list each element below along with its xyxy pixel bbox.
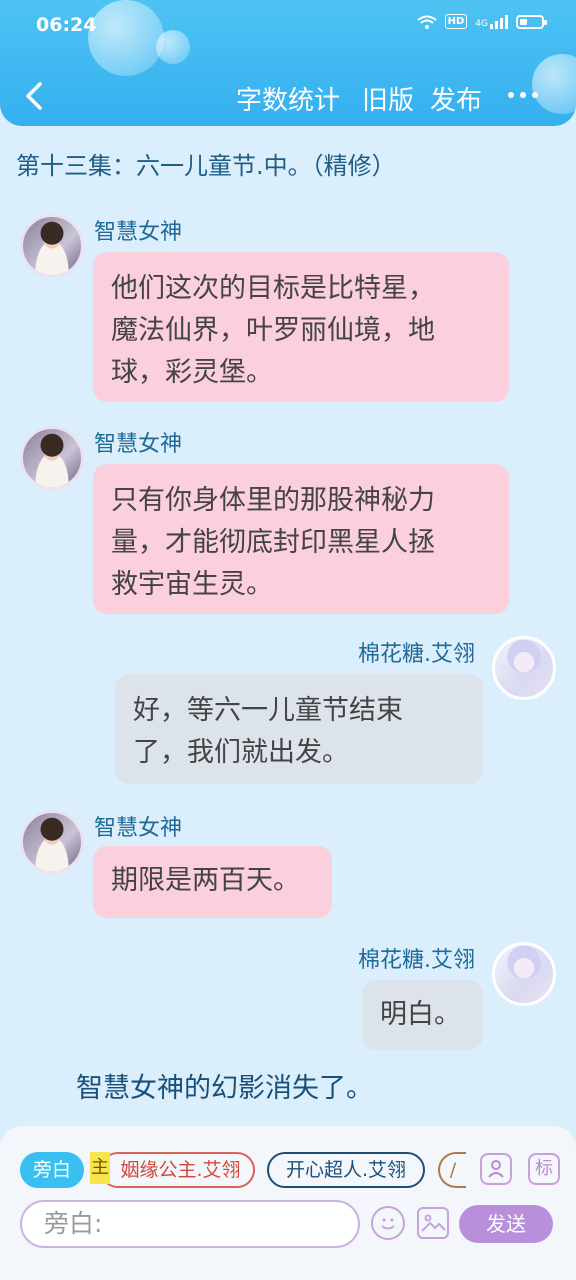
- speaker-name: 智慧女神: [94, 220, 183, 245]
- avatar[interactable]: [492, 942, 556, 1006]
- smile-glyph-icon: [381, 1218, 395, 1230]
- status-time: 06:24: [36, 14, 97, 36]
- message-bubble[interactable]: 好，等六一儿童节结束 了，我们就出发。: [115, 674, 483, 784]
- chip-role-partial[interactable]: /: [438, 1152, 466, 1188]
- message-bubble[interactable]: 只有你身体里的那股神秘力 量，才能彻底封印黑星人拯 救宇宙生灵。: [93, 464, 509, 614]
- message-line: 期限是两百天。: [111, 865, 300, 896]
- speaker-name: 智慧女神: [94, 432, 183, 457]
- send-button[interactable]: 发送: [459, 1205, 553, 1243]
- mark-icon[interactable]: 标: [528, 1153, 560, 1185]
- message-line: 好，等六一儿童节结束: [133, 695, 403, 726]
- speaker-name: 棉花糖.艾翎: [358, 642, 475, 667]
- chip-role-yinyuan[interactable]: 姻缘公主.艾翎: [100, 1152, 255, 1188]
- status-icons: HD 4G: [417, 14, 547, 29]
- emoji-icon[interactable]: [371, 1206, 405, 1240]
- image-icon[interactable]: [417, 1207, 449, 1239]
- old-version-button[interactable]: 旧版: [362, 80, 414, 117]
- hd-badge: HD: [444, 14, 468, 29]
- chip-role-kaixin[interactable]: 开心超人.艾翎: [267, 1152, 425, 1188]
- message-line: 救宇宙生灵。: [111, 569, 273, 600]
- wifi-icon: [417, 15, 437, 29]
- avatar[interactable]: [20, 214, 84, 278]
- signal-icon: 4G: [475, 14, 508, 29]
- avatar[interactable]: [20, 810, 84, 874]
- decor-bubble: [156, 30, 190, 64]
- person-icon[interactable]: [480, 1153, 512, 1185]
- message-bubble[interactable]: 明白。: [362, 980, 483, 1050]
- back-arrow-icon[interactable]: [20, 78, 50, 114]
- avatar[interactable]: [492, 636, 556, 700]
- top-header: 06:24 HD 4G 字数统计 旧版 发布: [0, 0, 576, 126]
- network-label: 4G: [475, 18, 488, 29]
- decor-bubble: [532, 54, 576, 114]
- decor-bubble: [88, 0, 164, 76]
- message-input[interactable]: 旁白:: [20, 1200, 360, 1248]
- speaker-name: 智慧女神: [94, 816, 183, 841]
- battery-icon: [516, 14, 547, 29]
- word-count-button[interactable]: 字数统计: [236, 80, 340, 117]
- message-line: 了，我们就出发。: [133, 737, 349, 768]
- message-line: 明白。: [380, 999, 461, 1030]
- message-line: 球，彩灵堡。: [111, 357, 273, 388]
- chip-label: 姻缘公主.艾翎: [120, 1159, 241, 1181]
- person-glyph-icon: [488, 1160, 504, 1178]
- publish-button[interactable]: 发布: [430, 80, 482, 117]
- message-bubble[interactable]: 他们这次的目标是比特星， 魔法仙界，叶罗丽仙境，地 球，彩灵堡。: [93, 252, 509, 402]
- message-line: 魔法仙界，叶罗丽仙境，地: [111, 315, 435, 346]
- avatar[interactable]: [20, 426, 84, 490]
- main-role-tag: 主: [90, 1152, 110, 1184]
- image-glyph-icon: [421, 1214, 446, 1232]
- message-line: 只有你身体里的那股神秘力: [111, 485, 435, 516]
- message-line: 量，才能彻底封印黑星人拯: [111, 527, 435, 558]
- more-options-icon[interactable]: [508, 92, 538, 98]
- episode-title: 第十三集：六一儿童节.中。（精修）: [16, 152, 396, 180]
- message-bubble[interactable]: 期限是两百天。: [93, 846, 332, 918]
- chip-narration[interactable]: 旁白: [20, 1152, 84, 1188]
- message-line: 他们这次的目标是比特星，: [111, 273, 435, 304]
- narration-text[interactable]: 智慧女神的幻影消失了。: [76, 1066, 373, 1105]
- speaker-name: 棉花糖.艾翎: [358, 948, 475, 973]
